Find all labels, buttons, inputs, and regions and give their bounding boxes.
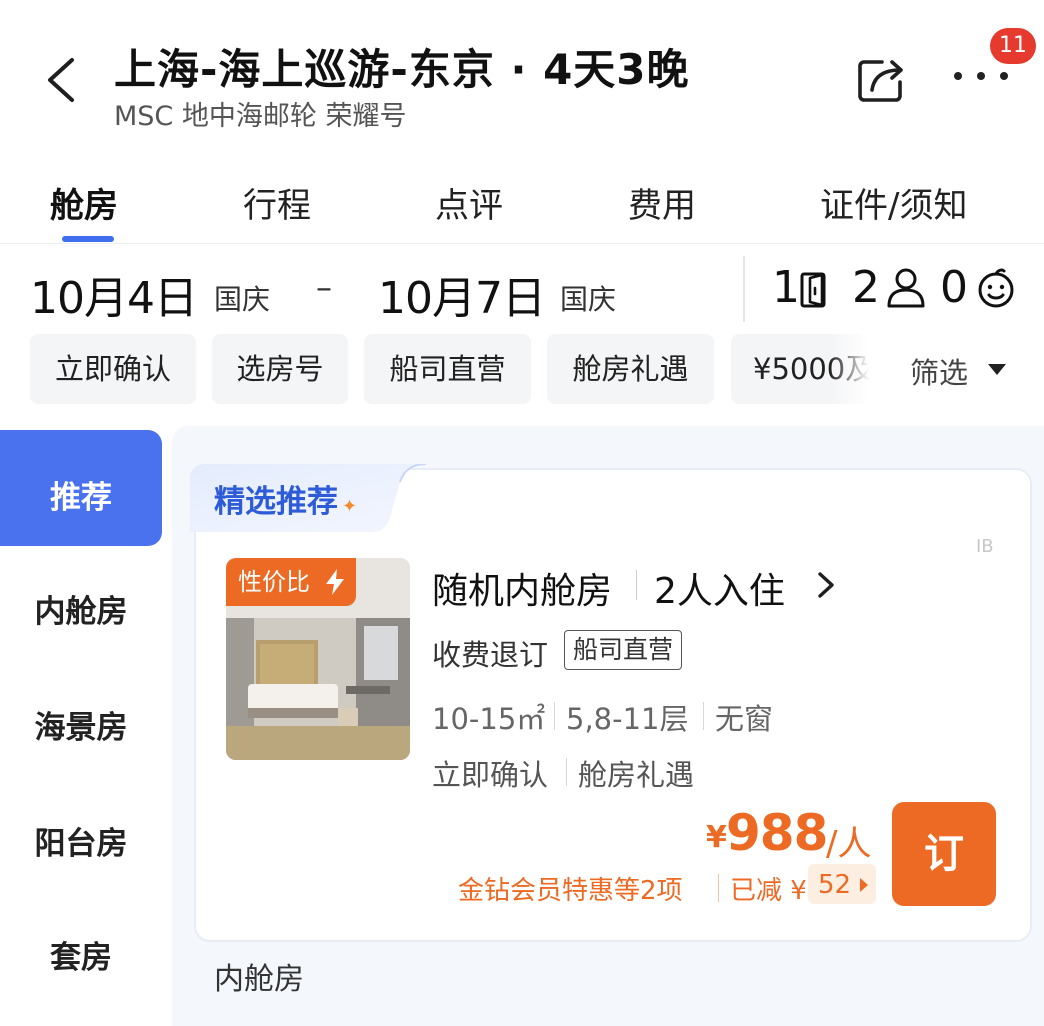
- filter-chip-room-number[interactable]: 选房号: [212, 334, 348, 404]
- sidebar-item-label: 内舱房: [34, 594, 128, 630]
- section-heading-inside-cabin: 内舱房: [214, 962, 304, 997]
- more-button[interactable]: [948, 58, 1014, 98]
- room-window: 无窗: [715, 702, 774, 736]
- chevron-left-icon: [48, 58, 74, 102]
- filter-label: 筛选: [910, 356, 969, 390]
- door-icon: [800, 272, 826, 308]
- end-date-tag: 国庆: [560, 283, 617, 316]
- tab-fees[interactable]: 费用: [628, 178, 696, 227]
- page-subtitle: MSC 地中海邮轮 荣耀号: [114, 101, 407, 132]
- room-deck: 5,8-11层: [566, 702, 689, 736]
- refund-policy: 收费退订: [432, 638, 549, 672]
- tab-indicator: [62, 236, 114, 242]
- sidebar-item-label: 套房: [50, 940, 112, 976]
- sidebar-item-inside-cabin[interactable]: 内舱房: [0, 548, 162, 660]
- chevron-right-icon[interactable]: [814, 568, 838, 602]
- child-face-icon: [978, 268, 1014, 308]
- start-date-tag: 国庆: [214, 283, 271, 316]
- sidebar-item-recommended[interactable]: 推荐: [0, 432, 162, 544]
- reduced-amount[interactable]: 52: [818, 870, 851, 900]
- filter-chip-instant-confirm[interactable]: 立即确认: [30, 334, 196, 404]
- divider: [0, 243, 1044, 244]
- price-currency: ¥: [706, 820, 727, 855]
- feature-instant-confirm: 立即确认: [432, 758, 549, 792]
- operator-tag: 船司直营: [564, 630, 683, 670]
- share-button[interactable]: [852, 52, 912, 108]
- start-date[interactable]: 10月4日: [30, 262, 198, 326]
- value-badge: 性价比: [226, 558, 356, 606]
- discount-text[interactable]: 金钻会员特惠等2项: [458, 870, 683, 907]
- tab-documents[interactable]: 证件/须知: [820, 178, 967, 227]
- caret-right-icon[interactable]: [860, 878, 868, 892]
- tab-cabin[interactable]: 舱房: [50, 178, 118, 227]
- divider: [703, 702, 704, 730]
- adult-count[interactable]: 2: [852, 262, 880, 313]
- feature-perks: 舱房礼遇: [578, 758, 695, 792]
- room-name[interactable]: 随机内舱房: [432, 562, 612, 614]
- card-section-title: 精选推荐: [214, 484, 338, 520]
- room-size: 10-15㎡: [432, 702, 546, 736]
- price-unit: /人: [826, 824, 872, 864]
- reduced-label[interactable]: 已减 ¥: [730, 870, 807, 907]
- value-badge-label: 性价比: [238, 568, 310, 596]
- notification-badge: 11: [990, 28, 1036, 64]
- date-separator: –: [316, 268, 332, 306]
- tab-reviews[interactable]: 点评: [435, 178, 503, 227]
- lightning-icon: [326, 569, 344, 595]
- book-button[interactable]: 订: [892, 802, 996, 906]
- filter-chip-direct[interactable]: 船司直营: [364, 334, 531, 404]
- page-title: 上海-海上巡游-东京 · 4天3晚: [114, 45, 690, 94]
- sidebar-item-suite[interactable]: 套房: [0, 886, 162, 998]
- room-count[interactable]: 1: [772, 262, 800, 313]
- room-occupancy[interactable]: 2人入住: [654, 562, 785, 614]
- sidebar-item-label: 阳台房: [34, 826, 128, 862]
- sidebar-item-label: 海景房: [34, 710, 128, 746]
- divider: [718, 874, 719, 902]
- filter-button[interactable]: 筛选: [876, 334, 1044, 404]
- sidebar-item-balcony[interactable]: 阳台房: [0, 780, 162, 892]
- divider: [554, 702, 555, 730]
- chip-fade: [830, 334, 876, 404]
- child-count[interactable]: 0: [940, 262, 968, 313]
- more-icon: [954, 72, 1008, 80]
- divider: [566, 758, 567, 786]
- tab-itinerary[interactable]: 行程: [243, 178, 311, 227]
- person-icon: [887, 268, 925, 308]
- end-date[interactable]: 10月7日: [378, 262, 546, 326]
- filter-chip-perks[interactable]: 舱房礼遇: [547, 334, 714, 404]
- price-amount: 988: [726, 804, 828, 862]
- caret-down-icon: [988, 364, 1006, 375]
- share-icon: [858, 60, 903, 102]
- sidebar-item-ocean-view[interactable]: 海景房: [0, 664, 162, 776]
- corner-mark: IB: [976, 536, 994, 557]
- sparkle-icon: ✦: [342, 496, 358, 517]
- divider: [743, 256, 745, 322]
- sidebar-item-label: 推荐: [50, 480, 112, 516]
- back-button[interactable]: [38, 52, 88, 108]
- divider: [636, 570, 637, 600]
